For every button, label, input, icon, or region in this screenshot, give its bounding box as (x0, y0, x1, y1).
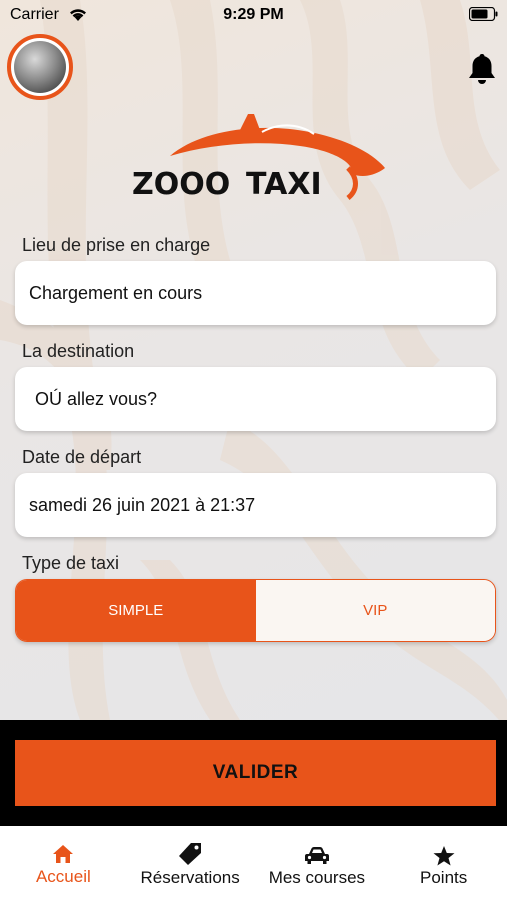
action-area: VALIDER (0, 720, 507, 826)
tab-points[interactable]: Points (380, 826, 507, 900)
bell-icon[interactable] (466, 52, 498, 86)
pickup-label: Lieu de prise en charge (22, 235, 211, 255)
tag-icon (179, 843, 202, 865)
tab-reservations[interactable]: Réservations (127, 826, 254, 900)
star-icon (433, 846, 455, 866)
tab-label: Points (420, 868, 468, 887)
taxi-type-vip[interactable]: VIP (255, 580, 495, 641)
logo-text-taxi: TAXI (246, 167, 322, 200)
taxi-type-selector: SIMPLE VIP (15, 579, 496, 642)
destination-field[interactable]: OÚ allez vous? (15, 367, 496, 431)
home-icon (53, 845, 74, 863)
tab-label: Accueil (35, 867, 91, 886)
pickup-field[interactable]: Chargement en cours (15, 261, 496, 325)
tab-label: Mes courses (268, 868, 366, 887)
departure-label: Date de départ (22, 447, 142, 467)
taxi-type-label: Type de taxi (22, 553, 120, 573)
status-bar: Carrier 9:29 PM (0, 0, 507, 30)
battery-icon (469, 7, 498, 21)
logo-text-zooo: ZOOO (132, 167, 230, 200)
tab-accueil[interactable]: Accueil (0, 826, 127, 900)
departure-value: samedi 26 juin 2021 à 21:37 (29, 494, 256, 515)
departure-date-field[interactable]: samedi 26 juin 2021 à 21:37 (15, 473, 496, 537)
pickup-value: Chargement en cours (29, 282, 203, 303)
clock: 9:29 PM (223, 6, 284, 23)
validate-button[interactable]: VALIDER (15, 740, 496, 806)
tab-label: Réservations (140, 868, 240, 887)
brand-logo: ZOOO TAXI (130, 108, 390, 202)
destination-label: La destination (22, 341, 135, 361)
avatar-image (14, 41, 66, 93)
destination-value: OÚ allez vous? (35, 388, 158, 409)
tab-bar: Accueil Réservations Mes courses Points (0, 826, 507, 900)
taxi-type-simple[interactable]: SIMPLE (16, 580, 256, 641)
tab-mes-courses[interactable]: Mes courses (254, 826, 381, 900)
car-icon (304, 847, 329, 864)
avatar[interactable] (7, 34, 73, 100)
